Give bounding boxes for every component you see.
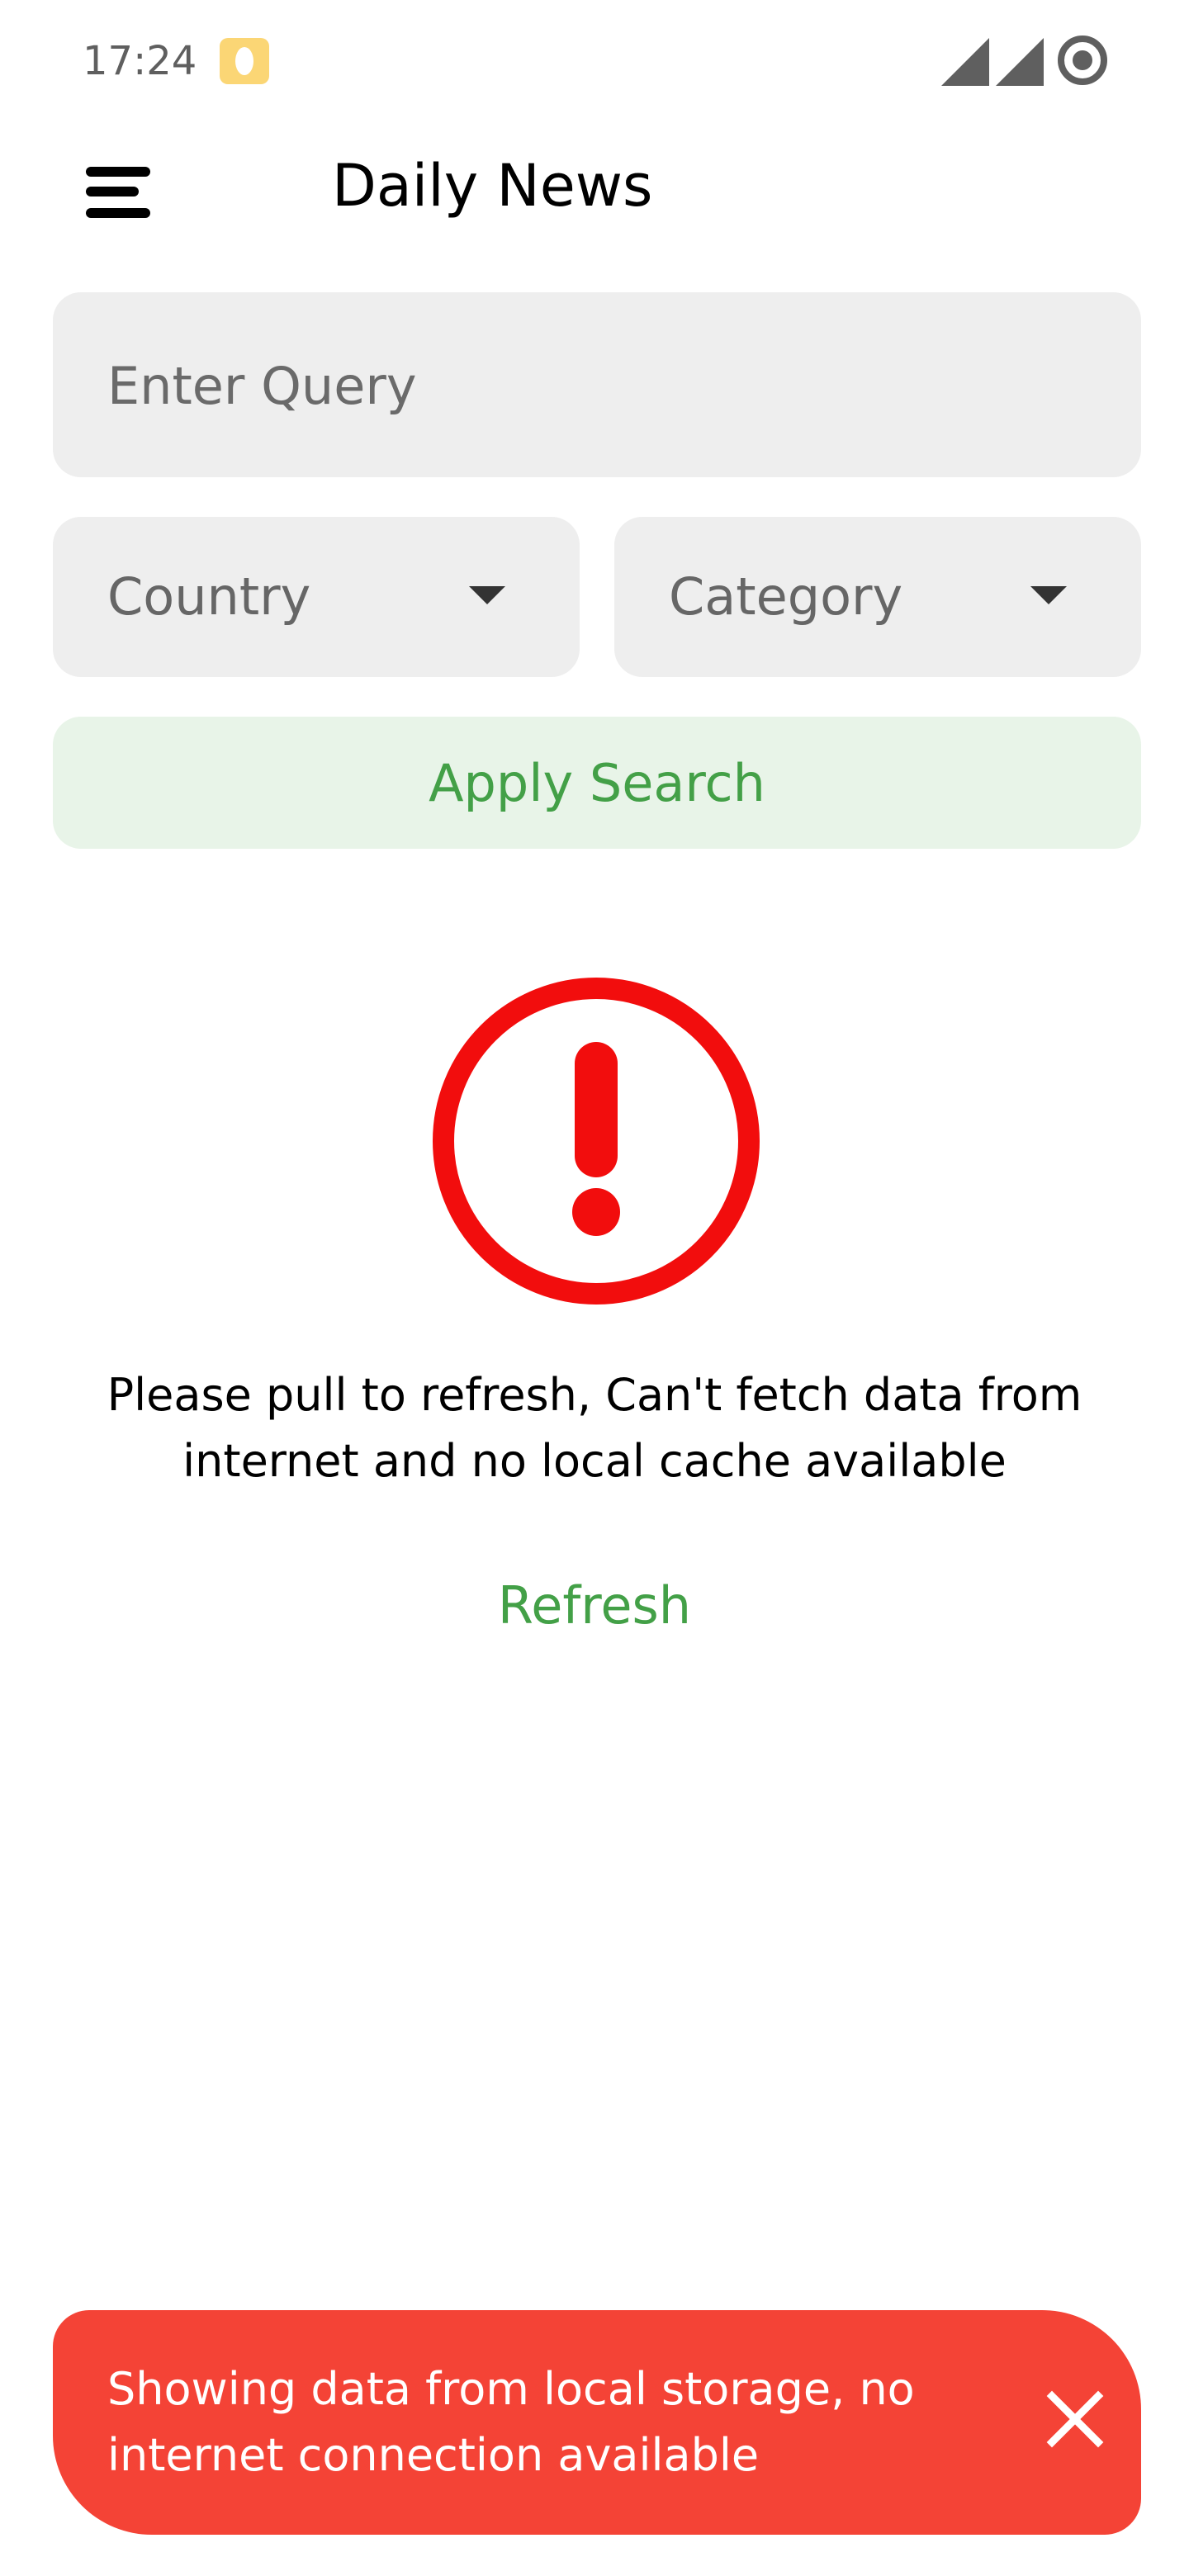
signal-icon (996, 38, 1044, 86)
snackbar: Showing data from local storage, no inte… (53, 2310, 1141, 2535)
error-message: Please pull to refresh, Can't fetch data… (107, 1369, 1082, 1487)
error-exclamation-icon (433, 978, 760, 1305)
refresh-button[interactable]: Refresh (429, 1564, 760, 1646)
dropdown-arrow-icon (1030, 586, 1067, 604)
snackbar-message: Showing data from local storage, no inte… (107, 2363, 915, 2481)
query-field[interactable] (53, 292, 1141, 479)
status-icons (941, 33, 1123, 91)
query-input[interactable] (106, 292, 1092, 479)
category-dropdown-label: Category (669, 566, 903, 627)
apply-search-button[interactable]: Apply Search (53, 717, 1141, 849)
dropdown-arrow-icon (469, 586, 505, 604)
status-bar: 17:24 (0, 0, 1189, 124)
app-bar: Daily News (0, 124, 1189, 248)
close-icon[interactable] (1024, 2368, 1126, 2470)
country-dropdown-label: Country (107, 566, 311, 627)
country-dropdown[interactable]: Country (53, 517, 580, 677)
notification-icon (220, 38, 269, 84)
category-dropdown[interactable]: Category (614, 517, 1141, 677)
app-title: Daily News (332, 152, 653, 220)
hamburger-menu-icon[interactable] (76, 150, 162, 233)
status-time: 17:24 (83, 38, 197, 84)
signal-icon (941, 38, 989, 86)
sync-icon (1058, 36, 1107, 85)
